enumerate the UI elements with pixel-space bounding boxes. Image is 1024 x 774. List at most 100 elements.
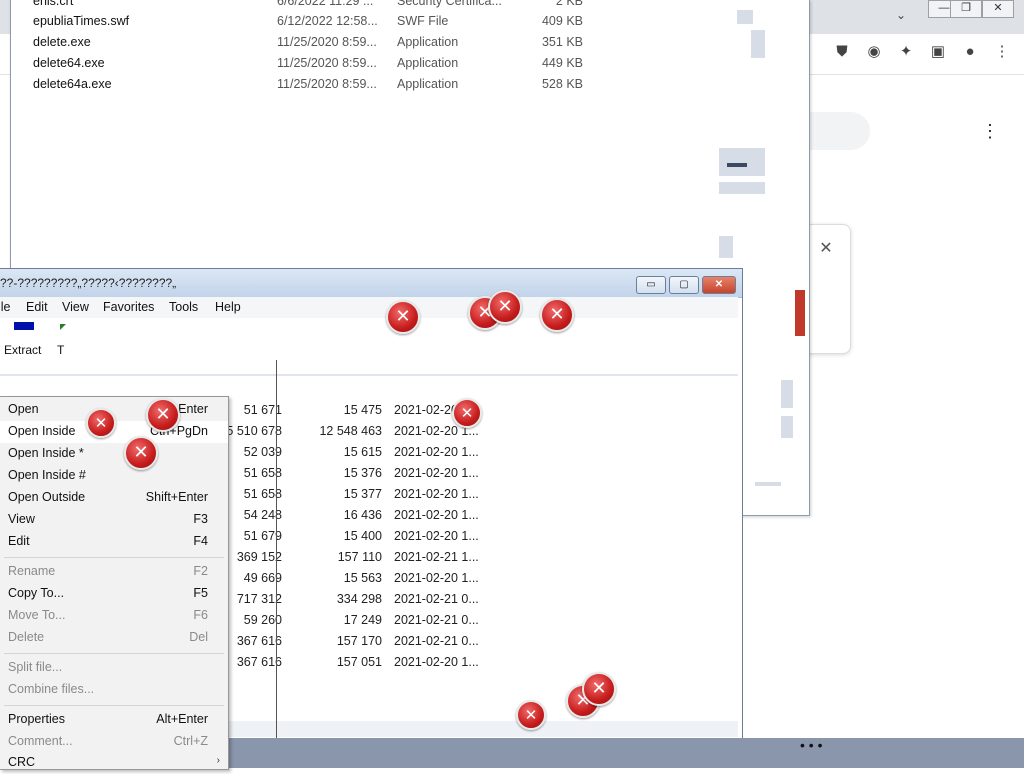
menu-item-comment[interactable]: Comment... Ctrl+Z bbox=[0, 731, 228, 753]
minimize-button[interactable]: ▭ bbox=[636, 276, 666, 294]
puzzle-icon[interactable]: ✦ bbox=[896, 42, 916, 62]
menu-item-label: Split file... bbox=[8, 660, 63, 674]
menu-item-view[interactable]: View F3 bbox=[0, 509, 228, 531]
close-button[interactable]: ✕ bbox=[702, 276, 736, 294]
file-date: 6/12/2022 12:58... bbox=[277, 14, 378, 28]
menu-item-move-to[interactable]: Move To... F6 bbox=[0, 605, 228, 627]
file-type: SWF File bbox=[397, 14, 449, 28]
file-row[interactable]: enis.crt 6/6/2022 11:29 ... Security Cer… bbox=[33, 0, 593, 12]
file-row[interactable]: delete64a.exe 11/25/2020 8:59... Applica… bbox=[33, 75, 593, 95]
menu-item-open-inside-star[interactable]: Open Inside * bbox=[0, 443, 228, 465]
menu-item-label: View bbox=[8, 512, 35, 526]
file-type: Security Certifica... bbox=[397, 0, 502, 8]
packed-size-cell: 15 400 bbox=[343, 529, 382, 543]
test-button-label[interactable]: T bbox=[57, 343, 64, 357]
translate-icon[interactable]: ◉ bbox=[864, 42, 884, 62]
menu-view[interactable]: View bbox=[62, 300, 89, 314]
menu-item-shortcut: F2 bbox=[193, 564, 208, 578]
file-date: 6/6/2022 11:29 ... bbox=[277, 0, 374, 8]
modified-cell: 2021-02-21 1... bbox=[394, 550, 479, 564]
address-bar bbox=[0, 374, 738, 376]
menu-item-shortcut: F5 bbox=[193, 586, 208, 600]
menu-item-shortcut: Ctrl+Z bbox=[173, 734, 208, 748]
menu-item-label: Comment... bbox=[8, 734, 73, 748]
profile-icon[interactable]: ● bbox=[960, 42, 980, 62]
menu-item-label: Open Inside * bbox=[8, 446, 84, 460]
packed-size-cell: 15 475 bbox=[343, 403, 382, 417]
tab-list-chevron-icon[interactable]: ⌄ bbox=[896, 8, 906, 22]
ghost-fragment bbox=[781, 416, 793, 438]
menu-item-label: Open bbox=[8, 402, 39, 416]
window-title: ??-?????????„?????‹????????„ bbox=[0, 276, 177, 290]
packed-size-cell: 15 563 bbox=[343, 571, 382, 585]
maximize-button[interactable]: ▢ bbox=[669, 276, 699, 294]
sidepanel-icon[interactable]: ▣ bbox=[928, 42, 948, 62]
column-divider bbox=[276, 360, 277, 768]
menu-item-properties[interactable]: Properties Alt+Enter bbox=[0, 709, 228, 731]
extract-icon[interactable] bbox=[14, 322, 34, 330]
card-close-icon[interactable]: ✕ bbox=[818, 240, 834, 258]
menu-item-crc[interactable]: CRC › bbox=[0, 752, 228, 774]
file-date: 11/25/2020 8:59... bbox=[277, 35, 377, 49]
file-type: Application bbox=[397, 77, 459, 91]
extract-button-label[interactable]: Extract bbox=[4, 343, 41, 357]
menu-tools[interactable]: Tools bbox=[169, 300, 198, 314]
menu-item-label: Rename bbox=[8, 564, 56, 578]
ghost-fragment bbox=[755, 482, 781, 486]
error-icon: ✕ bbox=[146, 398, 180, 432]
menu-item-label: Combine files... bbox=[8, 682, 95, 696]
test-icon[interactable] bbox=[60, 324, 66, 330]
menu-separator bbox=[4, 653, 224, 654]
menu-bar: ile Edit View Favorites Tools Help bbox=[0, 297, 738, 319]
menu-item-combine-files[interactable]: Combine files... bbox=[0, 679, 228, 701]
menu-item-copy-to[interactable]: Copy To... F5 bbox=[0, 583, 228, 605]
modified-cell: 2021-02-20 1... bbox=[394, 655, 479, 669]
file-row[interactable]: delete64.exe 11/25/2020 8:59... Applicat… bbox=[33, 54, 593, 74]
menu-item-label: Edit bbox=[8, 534, 30, 548]
menu-item-label: CRC bbox=[8, 755, 36, 769]
ghost-fragment bbox=[727, 163, 747, 167]
menu-item-open-outside[interactable]: Open Outside Shift+Enter bbox=[0, 487, 228, 509]
menu-help[interactable]: Help bbox=[215, 300, 241, 314]
ghost-fragment bbox=[719, 236, 733, 258]
file-date: 11/25/2020 8:59... bbox=[277, 56, 377, 70]
packed-size-cell: 15 377 bbox=[343, 487, 382, 501]
file-type: Application bbox=[397, 35, 459, 49]
browser-restore-button[interactable]: ❐ bbox=[950, 0, 982, 18]
menu-item-label: Delete bbox=[8, 630, 45, 644]
file-row[interactable]: delete.exe 11/25/2020 8:59... Applicatio… bbox=[33, 33, 593, 53]
menu-item-label: Properties bbox=[8, 712, 65, 726]
file-name: delete64a.exe bbox=[33, 77, 112, 91]
file-size: 351 KB bbox=[541, 35, 583, 49]
menu-item-edit[interactable]: Edit F4 bbox=[0, 531, 228, 553]
page-menu-kebab-icon[interactable]: ⋮ bbox=[980, 121, 1000, 141]
modified-cell: 2021-02-21 0... bbox=[394, 592, 479, 606]
taskbar-dots: • • • bbox=[800, 737, 823, 753]
modified-cell: 2021-02-20 1... bbox=[394, 466, 479, 480]
ghost-fragment bbox=[781, 380, 793, 408]
file-row[interactable]: epubliaTimes.swf 6/12/2022 12:58... SWF … bbox=[33, 12, 593, 32]
menu-item-open-inside-hash[interactable]: Open Inside # bbox=[0, 465, 228, 487]
menu-favorites[interactable]: Favorites bbox=[103, 300, 154, 314]
menu-item-label: Open Outside bbox=[8, 490, 86, 504]
menu-separator bbox=[4, 557, 224, 558]
error-icon: ✕ bbox=[488, 290, 522, 324]
ghost-fragment bbox=[719, 182, 765, 194]
packed-size-cell: 157 170 bbox=[336, 634, 382, 648]
packed-size-cell: 15 376 bbox=[343, 466, 382, 480]
browser-close-button[interactable]: ✕ bbox=[982, 0, 1014, 18]
menu-item-delete[interactable]: Delete Del bbox=[0, 627, 228, 649]
menu-item-shortcut: F6 bbox=[193, 608, 208, 622]
menu-item-label: Open Inside bbox=[8, 424, 76, 438]
menu-item-rename[interactable]: Rename F2 bbox=[0, 561, 228, 583]
kebab-icon[interactable]: ⋮ bbox=[992, 42, 1012, 62]
menu-item-split-file[interactable]: Split file... bbox=[0, 657, 228, 679]
ublock-icon[interactable]: ⛊ bbox=[832, 42, 852, 62]
menu-edit[interactable]: Edit bbox=[26, 300, 48, 314]
menu-item-label: Move To... bbox=[8, 608, 66, 622]
packed-size-cell: 12 548 463 bbox=[319, 424, 382, 438]
menu-file[interactable]: ile bbox=[0, 300, 11, 314]
file-name: enis.crt bbox=[33, 0, 74, 8]
modified-cell: 2021-02-21 0... bbox=[394, 613, 479, 627]
file-size: 449 KB bbox=[541, 56, 583, 70]
